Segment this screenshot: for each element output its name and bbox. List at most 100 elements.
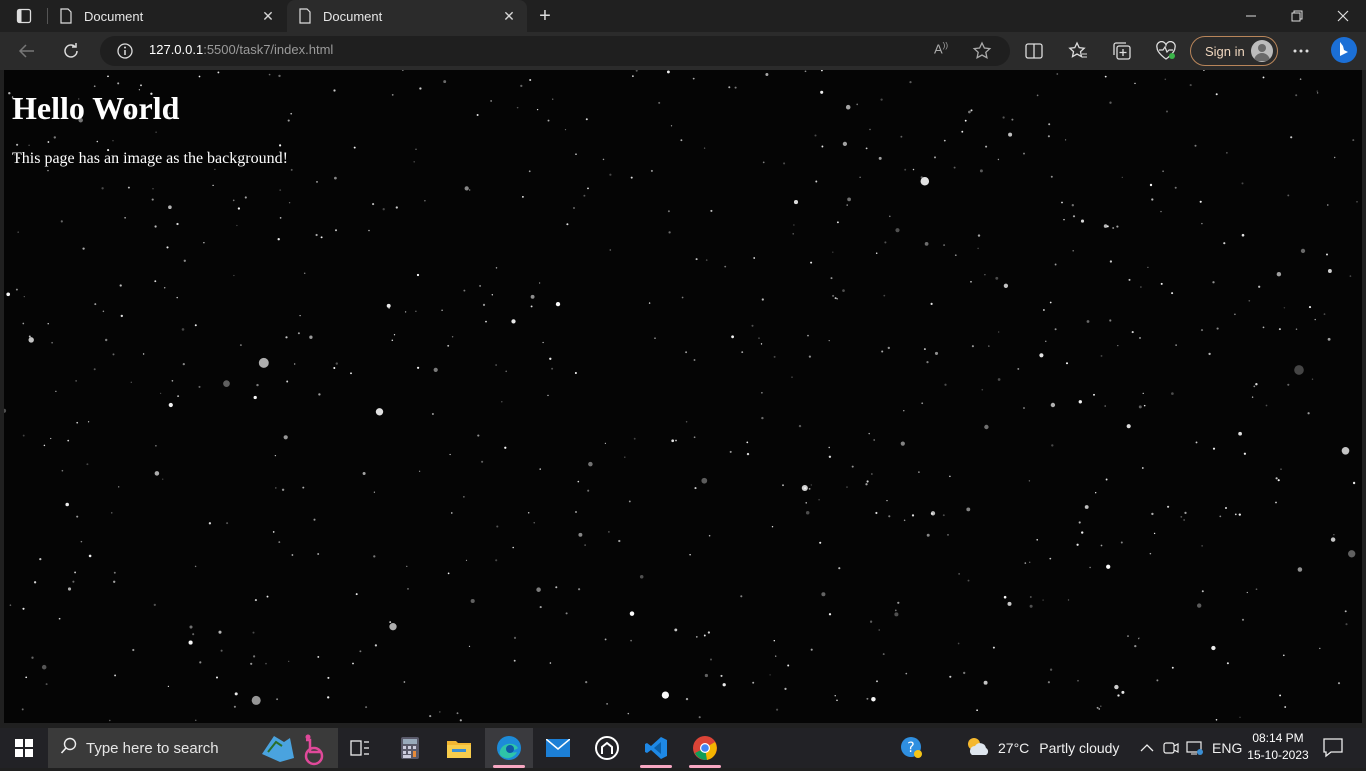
tab-document-2[interactable]: Document ✕ (287, 0, 527, 32)
star (1311, 378, 1314, 380)
star (334, 176, 337, 180)
star (793, 224, 795, 226)
star (132, 648, 135, 652)
show-hidden-icons-icon[interactable] (1140, 728, 1154, 768)
help-icon[interactable]: ? (888, 728, 936, 768)
star (302, 486, 305, 489)
star (288, 660, 290, 663)
star (65, 502, 69, 507)
browser-essentials-icon[interactable] (1155, 40, 1177, 62)
network-icon[interactable] (1186, 728, 1204, 768)
chrome-app-icon[interactable] (681, 728, 729, 768)
star (1280, 468, 1282, 470)
star (992, 646, 995, 649)
star (216, 676, 218, 679)
star (226, 522, 229, 525)
star (120, 314, 123, 318)
tab-title: Document (84, 8, 144, 24)
star (1287, 383, 1290, 386)
star (1341, 446, 1350, 455)
star (1131, 331, 1134, 334)
page-icon (297, 8, 313, 24)
tab-document-1[interactable]: Document ✕ (48, 0, 286, 32)
url-text[interactable]: 127.0.0.1:5500/task7/index.html (149, 42, 333, 57)
star (112, 140, 114, 142)
star (504, 446, 507, 449)
notifications-icon[interactable] (1322, 736, 1346, 760)
favorites-icon[interactable] (1067, 40, 1089, 62)
star (214, 168, 216, 171)
meet-now-icon[interactable] (1163, 728, 1179, 768)
site-info-icon[interactable] (116, 42, 134, 60)
github-desktop-icon[interactable] (583, 728, 631, 768)
star (542, 341, 544, 344)
star (6, 292, 11, 297)
star (290, 168, 293, 171)
star (279, 189, 282, 191)
star (618, 539, 621, 543)
more-options-icon[interactable] (1290, 40, 1312, 62)
windows-start-icon[interactable] (0, 728, 48, 768)
bing-copilot-icon[interactable] (1330, 35, 1358, 65)
vscode-app-icon[interactable] (632, 728, 680, 768)
star (1067, 599, 1070, 601)
star (869, 128, 871, 131)
add-favorite-icon[interactable] (972, 41, 992, 61)
restore-icon[interactable] (1274, 0, 1320, 32)
star (1276, 271, 1282, 277)
star (1241, 233, 1245, 237)
star (1120, 541, 1123, 544)
star (1255, 588, 1258, 591)
refresh-icon[interactable] (56, 36, 86, 66)
close-tab-icon[interactable]: ✕ (256, 4, 280, 28)
star (573, 207, 575, 209)
star (355, 593, 358, 596)
star (1287, 194, 1290, 197)
read-aloud-icon[interactable]: A)) (934, 41, 954, 61)
close-tab-icon[interactable]: ✕ (497, 4, 521, 28)
tab-actions-icon[interactable] (14, 6, 34, 26)
star (1098, 708, 1100, 710)
star (1139, 337, 1141, 339)
star (315, 233, 318, 237)
address-bar[interactable]: 127.0.0.1:5500/task7/index.html A)) (100, 36, 1010, 66)
star (1042, 599, 1044, 601)
star (313, 518, 316, 521)
star (1114, 684, 1119, 690)
star (881, 350, 884, 353)
weather-widget[interactable]: 27°C Partly cloudy (964, 728, 1119, 768)
star (1128, 278, 1131, 281)
star (433, 367, 438, 373)
star (501, 401, 503, 403)
back-arrow-icon[interactable] (12, 36, 42, 66)
taskbar-search-box[interactable]: Type here to search (48, 728, 338, 768)
star (199, 661, 202, 664)
star (1316, 92, 1319, 94)
split-screen-icon[interactable] (1023, 40, 1045, 62)
star (1109, 260, 1113, 263)
file-explorer-icon[interactable] (435, 728, 483, 768)
close-window-icon[interactable] (1320, 0, 1366, 32)
star (333, 367, 336, 369)
sign-in-button[interactable]: Sign in (1190, 36, 1278, 66)
minimize-icon[interactable] (1228, 0, 1274, 32)
mail-app-icon[interactable] (534, 728, 582, 768)
task-view-icon[interactable] (336, 728, 384, 768)
star (846, 204, 848, 206)
star (1049, 301, 1052, 304)
new-tab-icon[interactable]: + (533, 4, 557, 28)
taskbar-clock[interactable]: 08:14 PM 15-10-2023 (1236, 730, 1320, 764)
star (804, 70, 807, 73)
star (921, 402, 924, 405)
star (828, 455, 832, 458)
collections-icon[interactable] (1111, 40, 1133, 62)
star (964, 119, 967, 122)
calculator-app-icon[interactable] (386, 728, 434, 768)
star (1103, 224, 1108, 228)
star (818, 498, 820, 501)
star (685, 421, 688, 423)
page-icon (58, 8, 74, 24)
star (1234, 313, 1236, 316)
star (1175, 344, 1177, 346)
edge-browser-app-icon[interactable] (485, 728, 533, 768)
